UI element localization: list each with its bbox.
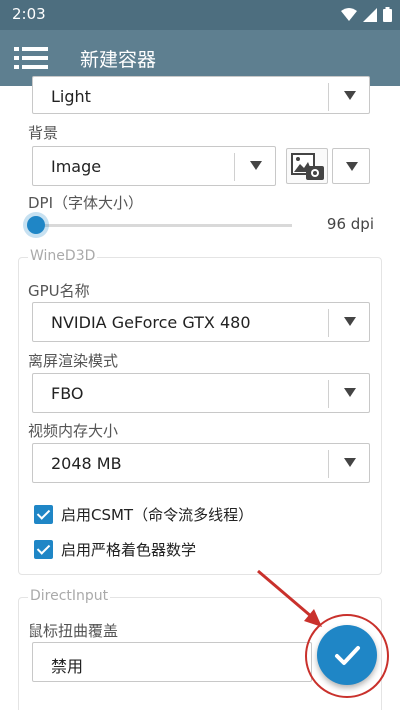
confirm-fab-button[interactable] [317, 625, 377, 685]
offscreen-mode-label: 离屏渲染模式 [28, 352, 119, 370]
gpu-name-select[interactable]: NVIDIA GeForce GTX 480 [32, 302, 370, 342]
video-memory-select[interactable]: 2048 MB [32, 443, 370, 483]
image-camera-icon [291, 153, 324, 180]
status-bar: 2:03 [0, 0, 400, 30]
mouse-warp-value: 禁用 [51, 657, 84, 676]
page-title: 新建容器 [80, 49, 157, 71]
background-image-button[interactable] [286, 148, 328, 184]
divider [328, 83, 329, 111]
signal-icon [363, 7, 377, 22]
divider [328, 380, 329, 408]
chevron-down-icon [344, 458, 356, 467]
divider [234, 153, 235, 181]
strict-shader-checkbox[interactable] [34, 539, 53, 559]
status-time: 2:03 [12, 5, 46, 23]
background-label: 背景 [28, 124, 59, 142]
chevron-down-icon [346, 162, 358, 171]
chevron-down-icon [250, 161, 262, 170]
dpi-label: DPI（字体大小） [28, 194, 144, 212]
csmt-checkbox-row[interactable]: 启用CSMT（命令流多线程） [34, 502, 253, 526]
background-value: Image [51, 157, 102, 176]
battery-icon [383, 7, 392, 22]
background-select[interactable]: Image [32, 146, 276, 186]
wined3d-group-title: WineD3D [28, 248, 98, 264]
gpu-name-value: NVIDIA GeForce GTX 480 [51, 313, 251, 332]
wifi-icon [341, 7, 357, 21]
csmt-checkbox[interactable] [34, 504, 53, 524]
dpi-slider-thumb[interactable] [27, 216, 45, 234]
offscreen-mode-value: FBO [51, 384, 84, 403]
offscreen-mode-select[interactable]: FBO [32, 373, 370, 413]
strict-shader-label: 启用严格着色器数学 [61, 540, 197, 559]
mouse-warp-select[interactable]: 禁用 [32, 642, 312, 682]
divider [328, 450, 329, 478]
strict-shader-checkbox-row[interactable]: 启用严格着色器数学 [34, 537, 196, 561]
dpi-slider-track[interactable] [36, 224, 292, 227]
theme-select[interactable]: Light [32, 76, 370, 114]
video-memory-label: 视频内存大小 [28, 422, 119, 440]
divider [328, 309, 329, 337]
chevron-down-icon [344, 91, 356, 100]
theme-value: Light [51, 87, 91, 106]
menu-icon[interactable] [14, 44, 48, 72]
video-memory-value: 2048 MB [51, 454, 122, 473]
background-image-dropdown[interactable] [332, 148, 370, 184]
gpu-name-label: GPU名称 [28, 282, 90, 300]
csmt-label: 启用CSMT（命令流多线程） [61, 505, 254, 524]
chevron-down-icon [344, 317, 356, 326]
checkmark-icon [335, 646, 360, 665]
mouse-warp-label: 鼠标扭曲覆盖 [28, 622, 119, 640]
dpi-value: 96 dpi [326, 215, 374, 233]
directinput-group-title: DirectInput [28, 588, 111, 604]
status-icons [341, 7, 392, 22]
chevron-down-icon [344, 388, 356, 397]
